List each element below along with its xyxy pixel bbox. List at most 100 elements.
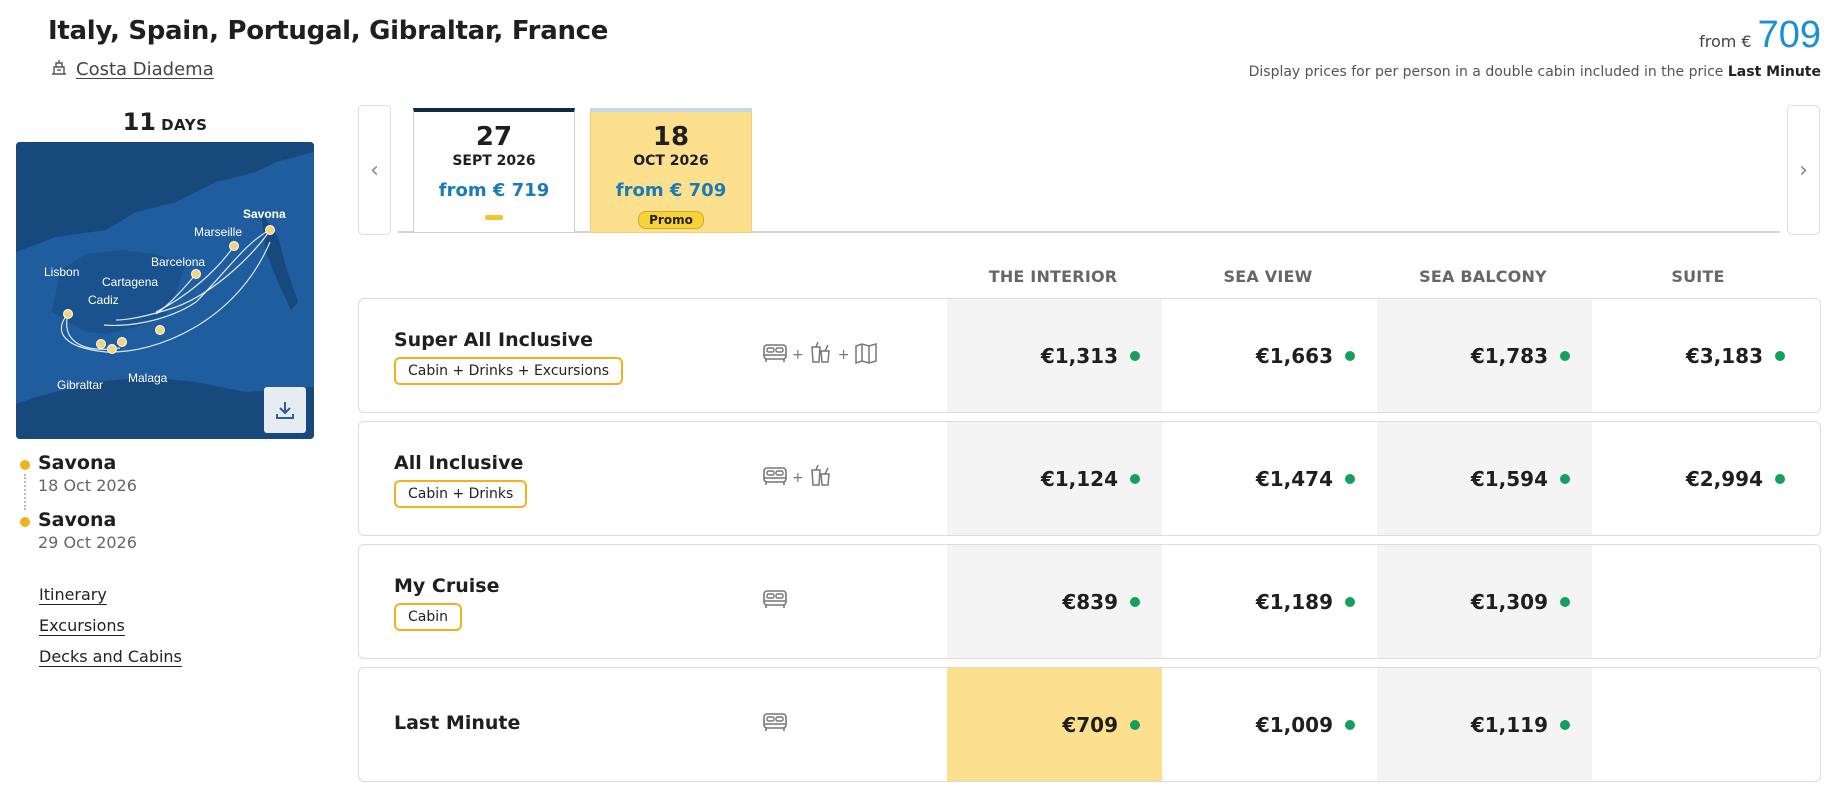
duration: 11 DAYS [16,108,314,136]
price-cell-sea-balcony[interactable]: €1,594 [1377,422,1592,535]
col-header-suite: SUITE [1671,267,1725,286]
plus-sign: + [792,347,804,363]
fare-icons [762,587,788,615]
stop-dot [20,460,30,470]
map-icon [853,341,879,369]
stop-departure: Savona 18 Oct 2026 [20,452,137,510]
col-header-sea-balcony: SEA BALCONY [1419,267,1547,286]
price-cell-sea-view[interactable]: €1,474 [1162,422,1377,535]
bed-icon [762,341,788,369]
next-dates-button[interactable]: › [1787,105,1820,235]
stop-dot [20,517,30,527]
fare-name: Last Minute [394,712,521,734]
price-cell-sea-view[interactable]: €1,663 [1162,299,1377,412]
days-number: 11 [122,108,156,136]
drinks-icon [808,341,834,369]
fare-icons: + [762,464,834,492]
link-decks-cabins[interactable]: Decks and Cabins [39,647,182,666]
price-cell-sea-balcony[interactable]: €1,309 [1377,545,1592,658]
price-cell-sea-view[interactable]: €1,009 [1162,668,1377,781]
price-value: €1,119 [1470,712,1548,737]
available-dot [1130,596,1140,607]
date-day: 27 [475,122,513,152]
map-label-malaga: Malaga [128,371,168,385]
date-price: from € 709 [615,180,727,201]
selected-indicator [485,215,503,220]
map-label-barcelona: Barcelona [151,255,205,269]
price-value: €839 [1062,589,1118,614]
date-card[interactable]: 27 SEPT 2026 from € 719 [413,108,575,233]
stop-connector [24,474,26,510]
price-value: €1,594 [1470,466,1548,491]
price-cell-suite[interactable]: €2,994 [1592,422,1807,535]
available-dot [1130,719,1140,730]
fare-icons [762,710,788,738]
chevron-right-icon: › [1799,157,1808,183]
available-dot [1345,350,1355,361]
ship-link[interactable]: Costa Diadema [50,58,214,81]
prev-dates-button[interactable]: ‹ [358,105,391,235]
available-dot [1130,473,1140,484]
price-cell-interior[interactable]: €1,124 [947,422,1162,535]
available-dot [1345,596,1355,607]
fare-row-super-all-inclusive: Super All Inclusive Cabin + Drinks + Exc… [358,298,1821,413]
bed-icon [762,587,788,615]
stop-date: 29 Oct 2026 [38,533,137,552]
map-label-cadiz: Cadiz [88,293,119,307]
fare-badge: Cabin + Drinks [394,480,528,508]
map-label-lisbon: Lisbon [44,265,79,279]
date-day: 18 [652,122,690,152]
available-dot [1130,350,1140,361]
available-dot [1775,473,1785,484]
bed-icon [762,464,788,492]
promo-badge: Promo [638,211,704,229]
price-value: €1,189 [1255,589,1333,614]
price-value: €1,474 [1255,466,1333,491]
price-cell-suite-empty [1592,668,1807,781]
ship-name[interactable]: Costa Diadema [76,59,214,80]
col-header-sea-view: SEA VIEW [1223,267,1313,286]
download-map-button[interactable] [264,387,306,433]
price-value: €1,309 [1470,589,1548,614]
available-dot [1345,473,1355,484]
chevron-left-icon: ‹ [370,157,379,183]
date-carousel: ‹ 27 SEPT 2026 from € 719 18 OCT 2026 fr… [358,105,1820,235]
link-itinerary[interactable]: Itinerary [39,585,182,604]
price-cell-interior-selected[interactable]: €709 [947,668,1162,781]
plus-sign: + [792,470,804,486]
price-cell-interior[interactable]: €839 [947,545,1162,658]
price-cell-sea-balcony[interactable]: €1,783 [1377,299,1592,412]
cruise-links: Itinerary Excursions Decks and Cabins [39,585,182,678]
stop-arrival: Savona 29 Oct 2026 [20,509,137,566]
ship-icon [50,58,68,81]
price-cell-sea-view[interactable]: €1,189 [1162,545,1377,658]
price-from-label: from € [1699,32,1752,51]
price-from-value: 709 [1757,14,1821,56]
fare-badge: Cabin [394,603,463,631]
download-icon [274,399,296,421]
available-dot [1560,473,1570,484]
price-value: €3,183 [1685,343,1763,368]
price-cell-interior[interactable]: €1,313 [947,299,1162,412]
link-excursions[interactable]: Excursions [39,616,182,635]
available-dot [1560,596,1570,607]
page-title: Italy, Spain, Portugal, Gibraltar, Franc… [48,16,609,46]
available-dot [1775,350,1785,361]
price-value: €1,313 [1040,343,1118,368]
map-label-cartagena: Cartagena [102,275,158,289]
price-value: €1,663 [1255,343,1333,368]
price-summary: from € 709 [1699,14,1821,57]
fare-name: Super All Inclusive [394,329,594,351]
price-note-text: Display prices for per person in a doubl… [1248,64,1724,80]
days-label: DAYS [161,116,208,134]
date-card-promo[interactable]: 18 OCT 2026 from € 709 Promo [590,108,752,233]
available-dot [1560,719,1570,730]
available-dot [1345,719,1355,730]
price-cell-suite[interactable]: €3,183 [1592,299,1807,412]
itinerary-map[interactable]: Savona Marseille Barcelona Lisbon Cartag… [16,142,314,439]
fare-badge: Cabin + Drinks + Excursions [394,357,624,385]
price-value: €1,009 [1255,712,1333,737]
fare-row-all-inclusive: All Inclusive Cabin + Drinks + €1,124 €1… [358,421,1821,536]
price-cell-sea-balcony[interactable]: €1,119 [1377,668,1592,781]
map-label-savona: Savona [243,207,286,221]
